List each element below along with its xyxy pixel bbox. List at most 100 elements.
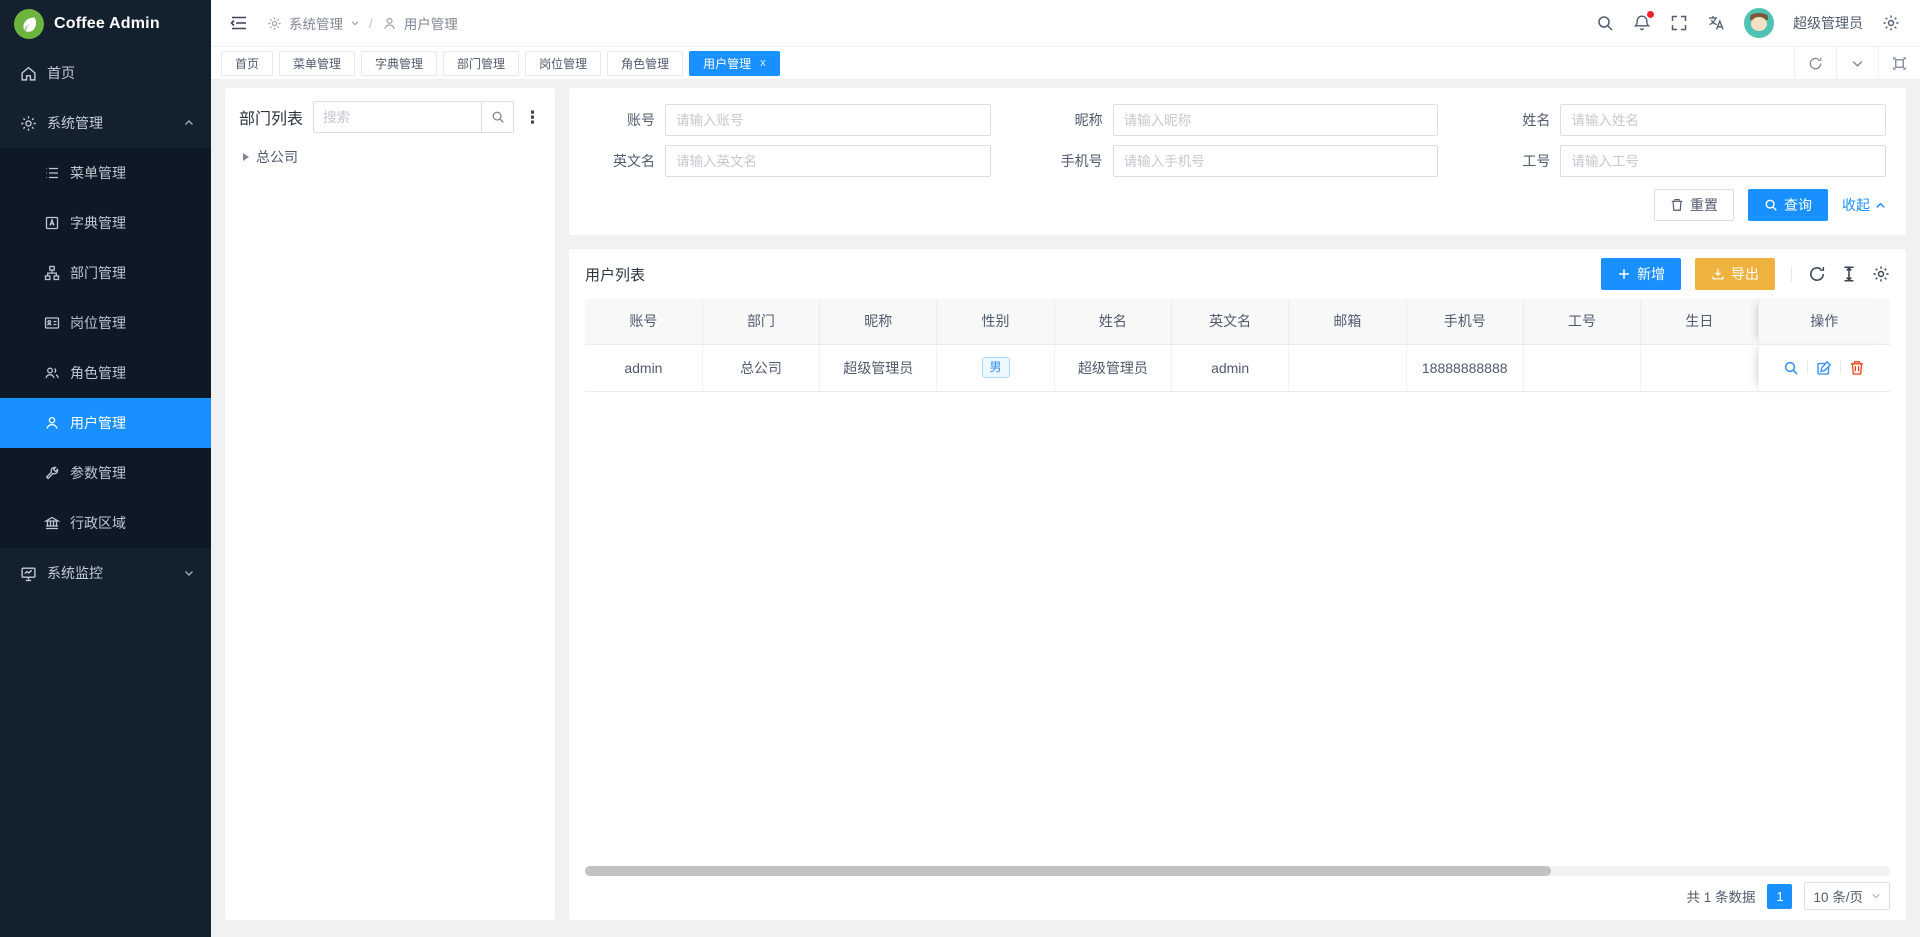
view-magnifier-icon[interactable] [1783,360,1799,376]
chevron-down-icon [1871,891,1881,901]
collapse-link[interactable]: 收起 [1842,195,1886,215]
column-settings-gear-icon[interactable] [1872,265,1890,283]
translate-icon[interactable] [1707,14,1725,32]
work-no-input[interactable] [1560,145,1886,177]
filter-field-phone: 手机号 [1033,145,1439,177]
username[interactable]: 超级管理员 [1793,13,1863,33]
notification-bell-icon[interactable] [1633,14,1651,32]
plus-icon [1617,267,1631,281]
tab-user-mgmt-active[interactable]: 用户管理 x [689,51,780,76]
filter-field-nickname: 昵称 [1033,104,1439,136]
chevron-down-icon [183,567,195,579]
pagination-page-1[interactable]: 1 [1767,884,1792,909]
horizontal-scrollbar [585,866,1890,876]
col-work-no: 工号 [1523,299,1640,344]
search-button[interactable]: 查询 [1748,189,1828,221]
name-input[interactable] [1560,104,1886,136]
chevron-up-icon [183,117,195,129]
tab-label: 字典管理 [375,55,423,72]
export-label: 导出 [1731,264,1759,284]
delete-trash-icon[interactable] [1849,360,1865,376]
tab-post-mgmt[interactable]: 岗位管理 [525,51,601,76]
field-label: 英文名 [585,151,655,171]
search-icon[interactable] [1596,14,1614,32]
tab-label: 首页 [235,55,259,72]
tab-home[interactable]: 首页 [221,51,273,76]
reset-label: 重置 [1690,195,1718,215]
page-size-select[interactable]: 10 条/页 [1804,882,1890,910]
en-name-input[interactable] [665,145,991,177]
filter-field-name: 姓名 [1480,104,1886,136]
home-icon [20,65,37,82]
sidebar-item-dict-mgmt[interactable]: 字典管理 [0,198,211,248]
sidebar-item-label: 系统监控 [47,563,183,583]
table-row[interactable]: admin 总公司 超级管理员 男 超级管理员 admin 1888888888… [585,344,1890,391]
toolbar-divider [1791,266,1792,282]
sidebar-submenu-system: 菜单管理 字典管理 部门管理 岗位管理 角色管理 [0,148,211,548]
col-name: 姓名 [1054,299,1171,344]
tab-refresh-icon[interactable] [1794,47,1836,79]
nickname-input[interactable] [1113,104,1439,136]
export-button[interactable]: 导出 [1695,258,1775,290]
add-label: 新增 [1637,264,1665,284]
brand: Coffee Admin [0,0,211,48]
col-actions: 操作 [1758,299,1890,344]
avatar[interactable] [1744,8,1774,38]
account-input[interactable] [665,104,991,136]
department-search-input[interactable] [314,102,481,132]
cell-account: admin [585,344,702,391]
tree-node-root[interactable]: 总公司 [239,147,541,167]
leaf-logo-icon [14,9,44,39]
table-empty-area [585,392,1890,867]
settings-gear-icon[interactable] [1882,14,1900,32]
sidebar-item-role-mgmt[interactable]: 角色管理 [0,348,211,398]
tab-menu-mgmt[interactable]: 菜单管理 [279,51,355,76]
sidebar-item-home[interactable]: 首页 [0,48,211,98]
sidebar-item-system-mgmt[interactable]: 系统管理 [0,98,211,148]
row-height-icon[interactable] [1840,265,1858,283]
tab-label: 用户管理 [703,55,751,72]
user-list-title: 用户列表 [585,264,645,285]
edit-icon[interactable] [1816,360,1832,376]
tab-close-icon[interactable]: x [760,57,766,69]
sidebar-item-system-monitor[interactable]: 系统监控 [0,548,211,598]
fullscreen-icon[interactable] [1670,14,1688,32]
more-options-icon[interactable]: ⋮ [524,109,541,126]
menu-fold-icon[interactable] [229,13,249,33]
sidebar-item-region-mgmt[interactable]: 行政区域 [0,498,211,548]
avatar-face [1751,17,1767,31]
filter-actions: 重置 查询 收起 [585,189,1886,221]
tab-dept-mgmt[interactable]: 部门管理 [443,51,519,76]
tab-dropdown-chevron-icon[interactable] [1836,47,1878,79]
sidebar-item-param-mgmt[interactable]: 参数管理 [0,448,211,498]
tab-dict-mgmt[interactable]: 字典管理 [361,51,437,76]
add-user-button[interactable]: 新增 [1601,258,1681,290]
topbar-actions: 超级管理员 [1596,8,1900,38]
sidebar-item-menu-mgmt[interactable]: 菜单管理 [0,148,211,198]
user-icon [382,16,397,31]
sidebar-item-post-mgmt[interactable]: 岗位管理 [0,298,211,348]
reset-button[interactable]: 重置 [1654,189,1734,221]
department-search-button[interactable] [481,102,513,132]
tree-node-label: 总公司 [256,147,298,167]
tabbar: 首页 菜单管理 字典管理 部门管理 岗位管理 角色管理 用户管理 x [211,47,1920,80]
sidebar-item-user-mgmt[interactable]: 用户管理 [0,398,211,448]
phone-input[interactable] [1113,145,1439,177]
table-header-row: 账号 部门 昵称 性别 姓名 英文名 邮箱 手机号 工号 生日 操作 [585,299,1890,344]
gear-icon [20,115,37,132]
user-list-header: 用户列表 新增 导出 [585,249,1890,299]
tree-expand-arrow-icon[interactable] [243,153,249,161]
tab-role-mgmt[interactable]: 角色管理 [607,51,683,76]
refresh-icon[interactable] [1808,265,1826,283]
wrench-icon [44,465,60,481]
scrollbar-thumb[interactable] [585,866,1551,876]
filter-grid: 账号 昵称 姓名 英文名 [585,104,1886,177]
brand-title: Coffee Admin [54,15,160,33]
breadcrumb-group[interactable]: 系统管理 [289,13,343,33]
page-size-value: 10 条/页 [1813,886,1863,906]
sidebar-item-dept-mgmt[interactable]: 部门管理 [0,248,211,298]
tab-maximize-icon[interactable] [1878,47,1920,79]
download-icon [1711,267,1725,281]
sidebar-item-label: 部门管理 [70,263,126,283]
sidebar-item-label: 用户管理 [70,413,126,433]
